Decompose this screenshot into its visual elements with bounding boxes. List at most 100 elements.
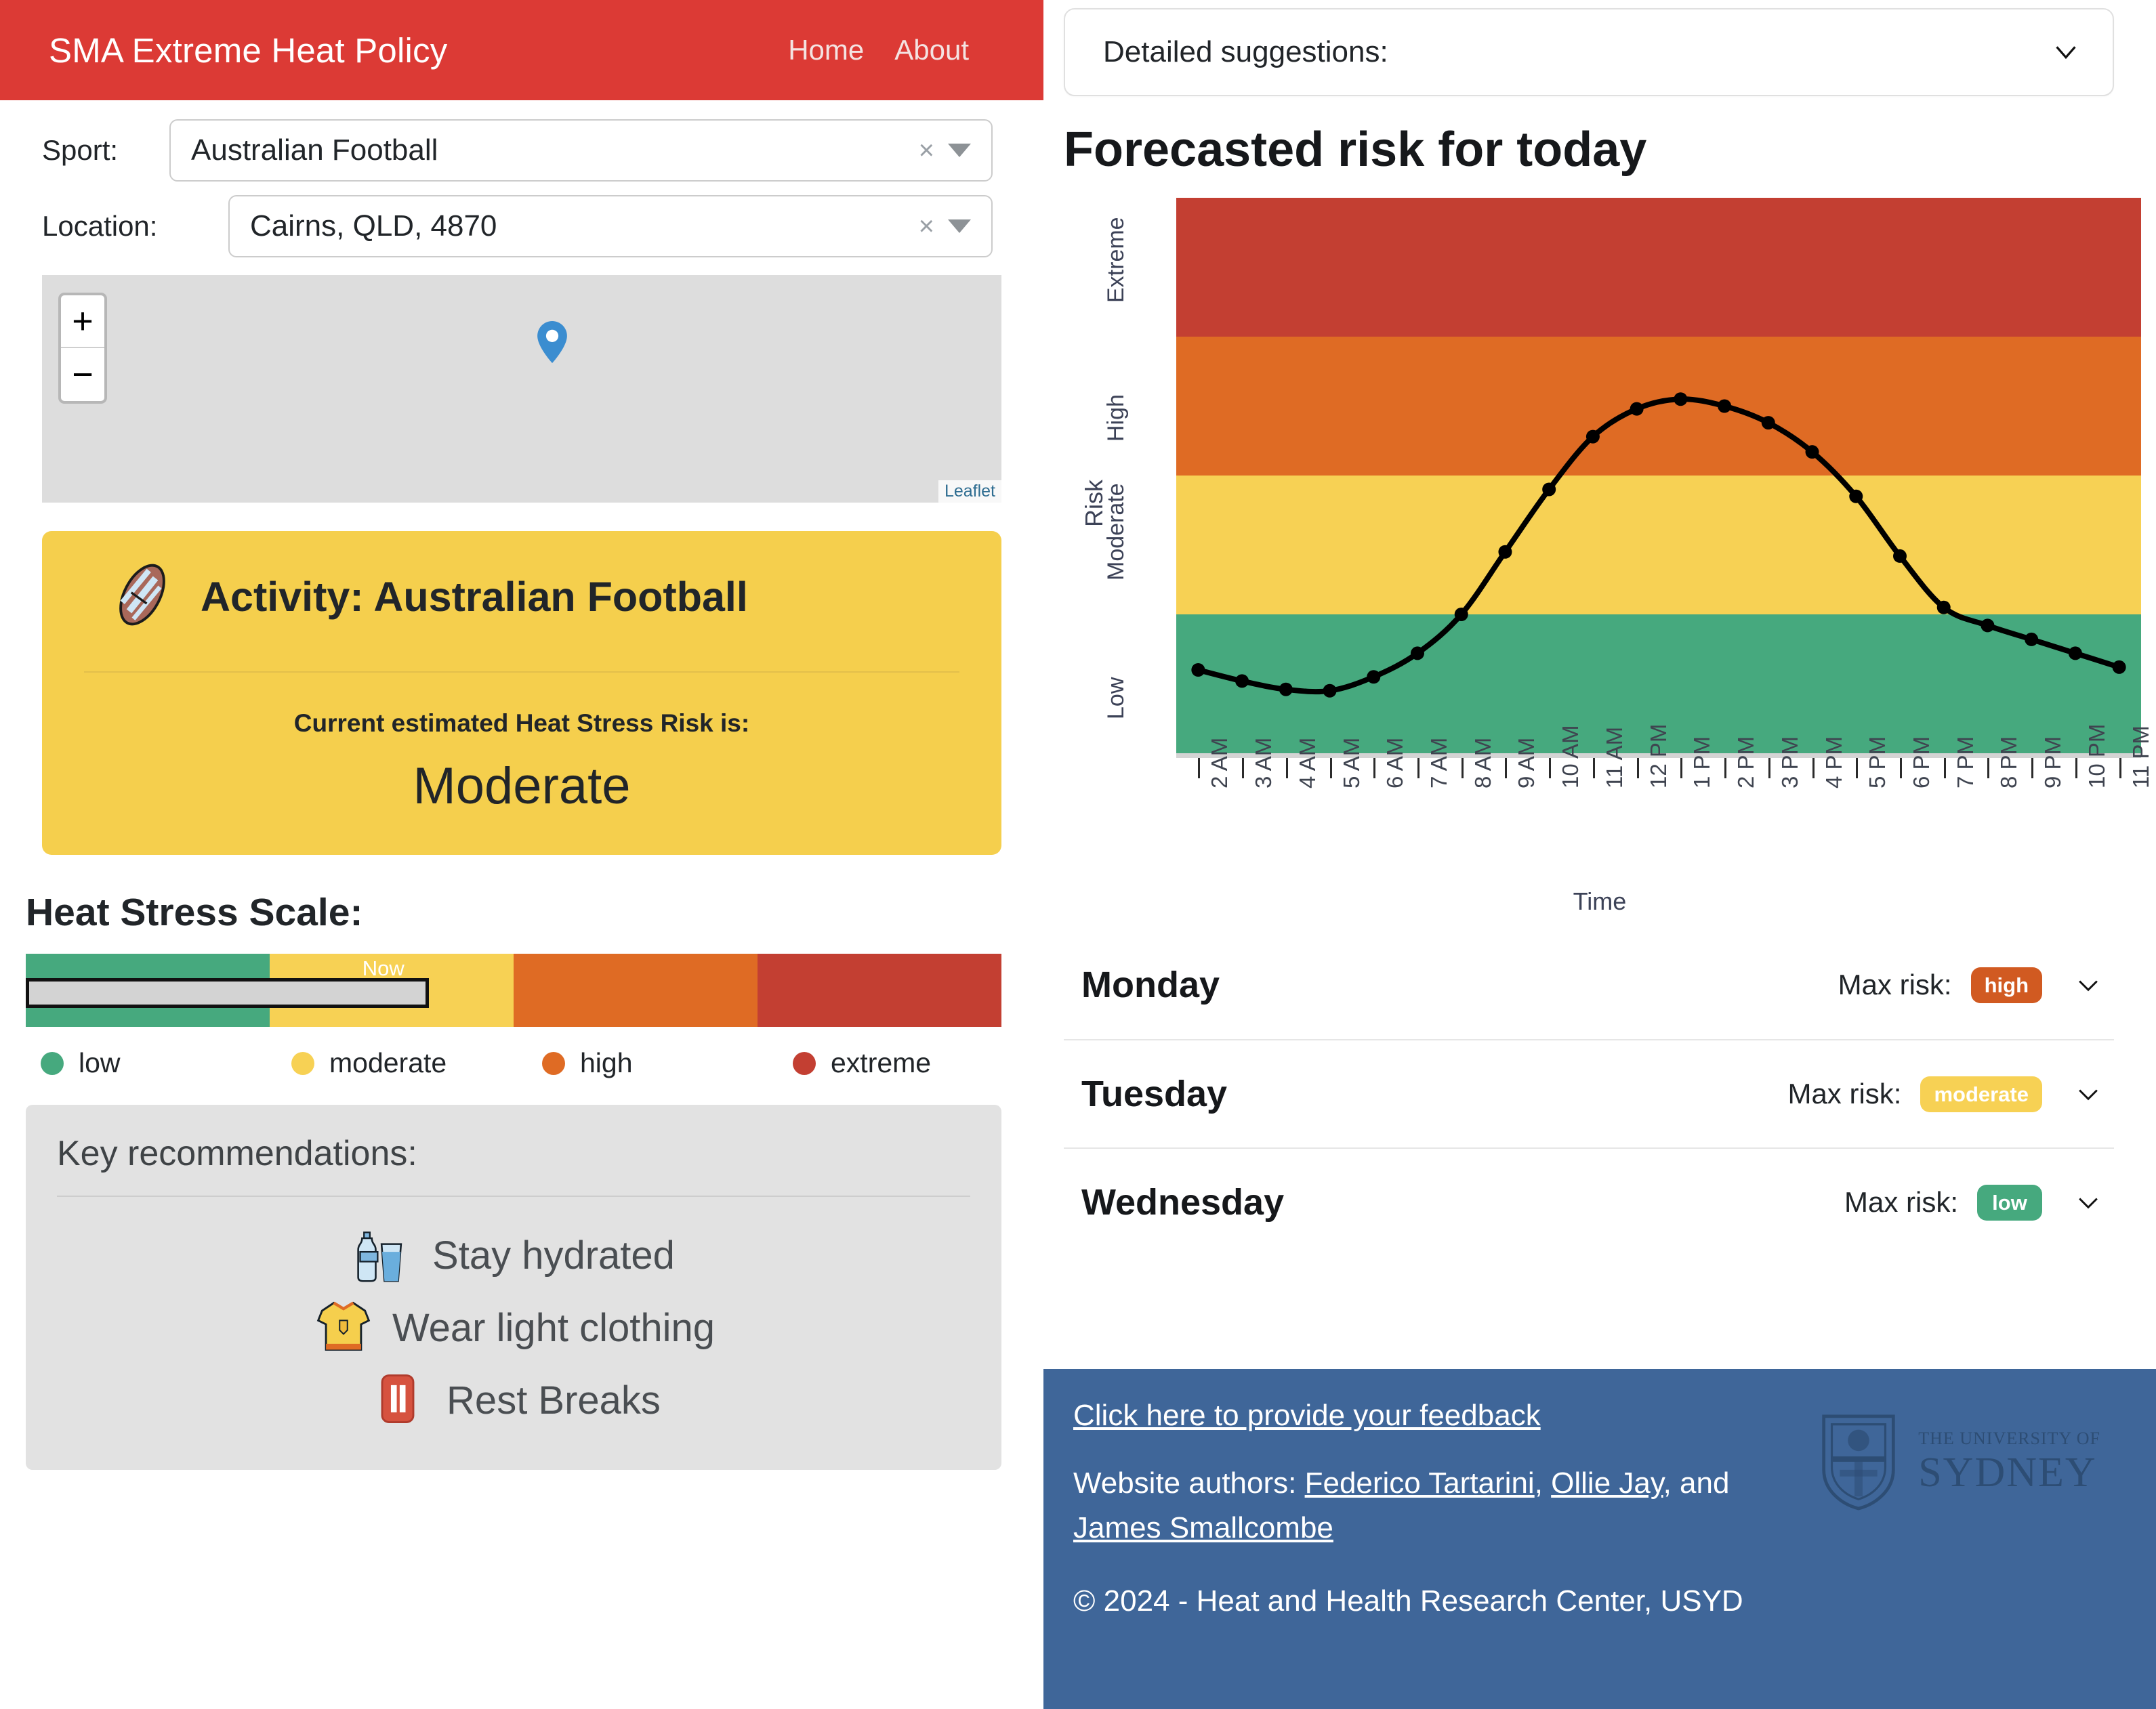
chart-x-tick-label: 8 PM	[1996, 736, 2022, 788]
nav-link-about[interactable]: About	[894, 34, 969, 66]
chart-x-tick-label: 1 PM	[1689, 736, 1715, 788]
chart-x-tick	[1856, 758, 1859, 778]
chevron-down-icon[interactable]	[2073, 1079, 2103, 1109]
chart-x-tick	[1987, 758, 1990, 778]
chart-data-point	[1191, 663, 1205, 677]
chart-x-tick	[2031, 758, 2034, 778]
location-label: Location:	[42, 210, 158, 242]
legend-dot-icon	[793, 1051, 816, 1075]
water-bottle-icon	[352, 1223, 415, 1288]
author-link-james-smallcombe[interactable]: James Smallcombe	[1073, 1511, 1333, 1544]
chevron-down-icon[interactable]	[2050, 37, 2081, 68]
chart-data-point	[1718, 399, 1732, 413]
chevron-down-icon[interactable]	[2073, 1187, 2103, 1217]
activity-divider	[84, 671, 959, 673]
chart-x-tick-label: 7 AM	[1426, 737, 1451, 788]
map-zoom-controls: + −	[58, 293, 107, 404]
nav-link-home[interactable]: Home	[788, 34, 864, 66]
chevron-down-icon[interactable]	[2073, 970, 2103, 1000]
chart-x-tick	[1592, 758, 1595, 778]
key-recommendations-title: Key recommendations:	[57, 1134, 417, 1173]
legend-label: high	[580, 1047, 633, 1078]
left-panel: SMA Extreme Heat Policy Home About Sport…	[0, 0, 1043, 1709]
activity-risk-value: Moderate	[413, 757, 631, 815]
chart-data-point	[2068, 646, 2082, 660]
app-brand: SMA Extreme Heat Policy	[49, 30, 448, 70]
author-link-federico-tartarini[interactable]: Federico Tartarini	[1305, 1467, 1535, 1500]
chart-x-tick-label: 6 PM	[1909, 736, 1934, 788]
heat-scale-now-marker	[26, 978, 429, 1008]
chart-data-point	[1630, 402, 1644, 416]
usyd-wordmark: THE UNIVERSITY OF SYDNEY	[1918, 1430, 2100, 1494]
chart-x-tick-label: 8 AM	[1470, 737, 1495, 788]
chart-data-point	[1279, 682, 1293, 696]
day-forecast-row[interactable]: Monday Max risk: high	[1064, 931, 2114, 1039]
pause-icon	[367, 1368, 429, 1433]
legend-dot-icon	[41, 1051, 64, 1075]
chart-x-tick	[2119, 758, 2121, 778]
chart-data-point	[1498, 545, 1512, 559]
forecast-title: Forecasted risk for today	[1064, 123, 1647, 177]
detailed-suggestions-accordion[interactable]: Detailed suggestions:	[1064, 8, 2114, 96]
heat-scale-title: Heat Stress Scale:	[26, 891, 363, 934]
sport-chevron-down-icon[interactable]	[948, 144, 971, 157]
chart-x-tick	[1373, 758, 1376, 778]
chart-x-tick-label: 10 AM	[1558, 725, 1583, 788]
chart-y-tick-moderate: Moderate	[1103, 482, 1129, 581]
location-chevron-down-icon[interactable]	[948, 219, 971, 233]
location-value: Cairns, QLD, 4870	[250, 209, 497, 242]
max-risk-badge: moderate	[1920, 1076, 2042, 1112]
max-risk-label: Max risk:	[1787, 1078, 1902, 1110]
chart-data-point	[1893, 549, 1907, 563]
location-clear-icon[interactable]: ×	[912, 211, 948, 242]
authors-sep-1: ,	[1534, 1467, 1552, 1500]
chart-x-tick-label: 4 AM	[1294, 737, 1320, 788]
chart-x-tick	[1329, 758, 1332, 778]
location-field-row: Location: Cairns, QLD, 4870 ×	[0, 195, 1043, 257]
sport-value: Australian Football	[191, 133, 438, 167]
chart-x-tick-label: 9 PM	[2040, 736, 2066, 788]
feedback-link[interactable]: Click here to provide your feedback	[1073, 1399, 1541, 1433]
daily-forecast-list: Monday Max risk: high Tuesday Max risk: moder…	[1064, 931, 2114, 1256]
map-zoom-out-button[interactable]: −	[61, 348, 104, 401]
sport-field-row: Sport: Australian Football ×	[0, 119, 1043, 182]
sport-select[interactable]: Australian Football ×	[169, 119, 993, 182]
legend-dot-icon	[542, 1051, 565, 1075]
chart-x-tick-label: 10 PM	[2084, 723, 2109, 788]
legend-item-extreme: extreme	[793, 1047, 1043, 1079]
chart-x-tick	[1943, 758, 1946, 778]
recommendation-label: Stay hydrated	[432, 1233, 675, 1278]
chart-y-tick-low: Low	[1103, 677, 1129, 719]
chart-x-tick	[1812, 758, 1815, 778]
chart-x-tick-label: 7 PM	[1952, 736, 1978, 788]
sport-clear-icon[interactable]: ×	[912, 135, 948, 166]
legend-item-moderate: moderate	[291, 1047, 542, 1079]
day-name: Tuesday	[1081, 1074, 1228, 1114]
legend-label: low	[79, 1047, 121, 1078]
day-name: Wednesday	[1081, 1182, 1285, 1223]
usyd-crest-icon	[1822, 1414, 1895, 1511]
legend-label: moderate	[329, 1047, 447, 1078]
chart-x-tick	[1680, 758, 1683, 778]
map-container[interactable]: + − Leaflet	[42, 275, 1001, 503]
max-risk-badge: low	[1977, 1184, 2042, 1221]
chart-data-point	[1936, 600, 1951, 614]
chart-data-point	[1542, 482, 1556, 497]
chart-x-tick-label: 5 PM	[1865, 736, 1890, 788]
key-recommendations-list: Stay hydrated Wear light clothing Rest B…	[57, 1223, 970, 1433]
chart-x-tick	[1768, 758, 1770, 778]
chart-data-point	[1235, 674, 1249, 688]
map-zoom-in-button[interactable]: +	[61, 295, 104, 348]
recommendation-label: Rest Breaks	[447, 1378, 661, 1422]
legend-item-high: high	[542, 1047, 793, 1079]
chart-x-tick-label: 11 PM	[2128, 725, 2153, 788]
day-forecast-row[interactable]: Wednesday Max risk: low	[1064, 1147, 2114, 1256]
day-forecast-row[interactable]: Tuesday Max risk: moderate	[1064, 1039, 2114, 1147]
location-select[interactable]: Cairns, QLD, 4870 ×	[228, 195, 993, 257]
author-link-ollie-jay[interactable]: Ollie Jay	[1551, 1467, 1663, 1500]
legend-item-low: low	[41, 1047, 291, 1079]
website-authors-line: Website authors: Federico Tartarini, Oll…	[1073, 1461, 1819, 1550]
leaflet-attribution-link[interactable]: Leaflet	[938, 480, 1001, 503]
chart-plot-area	[1176, 198, 2141, 753]
activity-header: Activity: Australian Football	[69, 560, 974, 633]
